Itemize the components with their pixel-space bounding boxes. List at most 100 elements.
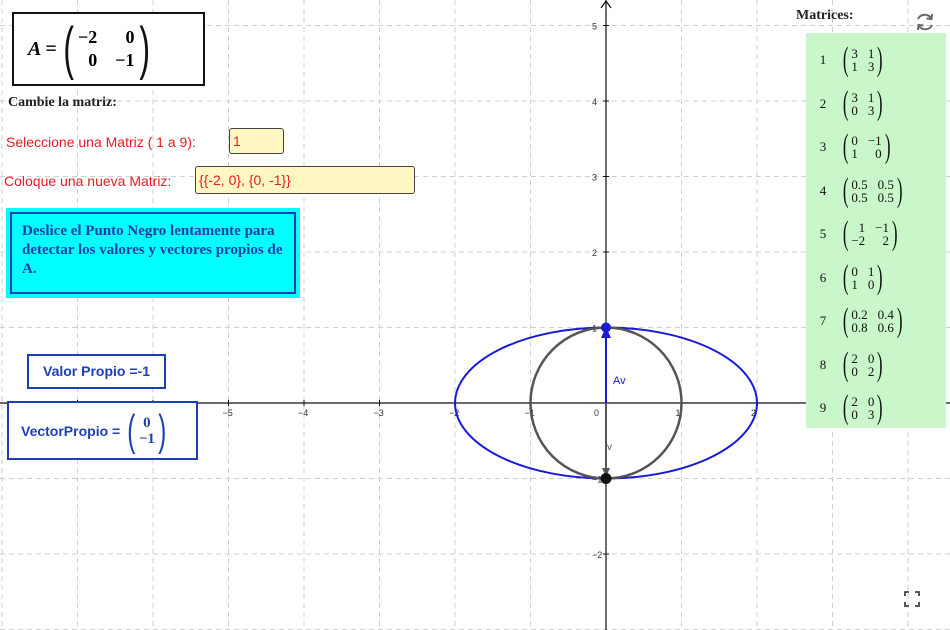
- matrix-option-matrix: (2 0 0 2): [840, 347, 886, 382]
- matrix-option-matrix: (0 1 1 0): [840, 258, 886, 296]
- matrix-a: ( −2 0 0 −1 ): [59, 20, 154, 78]
- left-paren: (: [842, 128, 849, 165]
- right-paren: ): [896, 171, 903, 209]
- matrix-option-entry: 0.5: [851, 189, 868, 205]
- matrix-option-entry: 2: [882, 233, 890, 248]
- matrix-option-entries: 0.5 0.5 0.5 0.5: [851, 178, 894, 204]
- matrix-option-entries: 0 −1 1 0: [851, 134, 881, 160]
- instructions-box: Deslice el Punto Negro lentamente para d…: [6, 208, 300, 298]
- matrix-option-number: 8: [819, 356, 827, 372]
- draggable-black-point[interactable]: [600, 473, 612, 484]
- matrix-option-number: 2: [819, 95, 827, 111]
- matrix-option-entry: 1: [851, 59, 858, 74]
- matrix-option-entry: 2: [867, 363, 875, 379]
- right-paren: ): [877, 41, 883, 78]
- left-paren: (: [62, 16, 74, 81]
- x-tick-label: −5: [223, 408, 233, 418]
- left-paren: (: [842, 258, 849, 296]
- matrix-option-entry: 0.5: [877, 176, 894, 192]
- matrix-option-number: 3: [819, 139, 827, 154]
- av-label: Av: [613, 375, 626, 387]
- select-matrix-label: Seleccione una Matriz ( 1 a 9):: [6, 134, 196, 150]
- left-paren: (: [842, 389, 849, 426]
- matrix-option-entry: 0: [851, 407, 858, 422]
- right-paren: ): [877, 84, 883, 122]
- matrix-option-entry: 0: [851, 263, 858, 279]
- left-paren: (: [127, 405, 136, 455]
- matrices-panel: 1(3 1 1 3) 2(3 1 0 3) 3(0 −1 1 0) 4(0.5 0.5 0.5 0.5) 5(1…: [806, 33, 946, 428]
- matrix-option-entry: 3: [851, 89, 858, 105]
- matrix-option-9: 9 (2 0 0 3): [806, 387, 946, 429]
- eigenvector-label: VectorPropio =: [21, 422, 121, 439]
- y-tick-label: 2: [592, 248, 597, 258]
- right-paren: ): [896, 302, 903, 339]
- matrix-option-entry: 0.5: [877, 189, 894, 205]
- eigenvector-entry: −1: [138, 430, 155, 447]
- matrices-title: Matrices:: [796, 8, 854, 23]
- matrix-option-matrix: (3 1 0 3): [840, 84, 886, 122]
- matrix-option-matrix: (1 −1 −2 2): [840, 217, 900, 251]
- matrix-option-8: 8 (2 0 0 2): [806, 344, 946, 386]
- matrix-option-entry: 0: [851, 102, 858, 118]
- av-point: [601, 322, 611, 333]
- x-tick-label: −4: [298, 408, 308, 418]
- matrix-option-entries: 0.2 0.4 0.8 0.6: [851, 308, 894, 334]
- right-paren: ): [158, 405, 167, 455]
- matrix-option-2: 2 (3 1 0 3): [806, 83, 946, 125]
- matrix-option-number: 6: [819, 269, 827, 285]
- matrix-option-matrix: (0 −1 1 0): [840, 130, 893, 164]
- matrix-option-entry: 0.8: [851, 320, 868, 335]
- matrix-option-entry: 3: [867, 407, 875, 422]
- geogebra-applet: −7−6−5−4−3−2−1012 54321−1−2 Av v A = ( −…: [0, 0, 950, 630]
- v-label: v: [607, 442, 612, 453]
- matrix-option-number: 7: [819, 313, 827, 328]
- matrix-a-entry: −1: [115, 50, 135, 70]
- matrix-option-entry: 0.6: [877, 320, 894, 335]
- matrix-option-entry: 0: [875, 146, 882, 161]
- matrix-a-entry: 0: [88, 50, 98, 70]
- matrix-option-number: 4: [819, 182, 827, 198]
- y-tick-label: 4: [592, 97, 597, 107]
- matrix-option-number: 1: [819, 52, 827, 67]
- matrix-option-number: 5: [819, 226, 827, 241]
- new-matrix-label: Coloque una nueva Matriz:: [4, 173, 172, 189]
- matrix-option-1: 1(3 1 1 3): [806, 39, 946, 81]
- right-paren: ): [877, 389, 883, 426]
- reset-icon[interactable]: [912, 9, 938, 35]
- x-tick-label: −3: [374, 408, 384, 418]
- y-tick-label: −2: [592, 550, 602, 560]
- matrix-option-entry: 1: [867, 89, 875, 105]
- matrix-option-entry: 0: [867, 350, 875, 366]
- left-paren: (: [842, 302, 849, 339]
- matrix-a-display: A = ( −2 0 0 −1 ): [12, 12, 205, 86]
- matrix-option-matrix: (0.5 0.5 0.5 0.5): [840, 171, 905, 209]
- x-tick-label: 0: [594, 408, 599, 418]
- matrix-option-entry: 1: [851, 276, 858, 292]
- right-paren: ): [884, 128, 891, 165]
- matrix-option-matrix: (3 1 1 3): [840, 43, 886, 77]
- matrix-option-entries: 3113: [851, 47, 874, 73]
- matrix-option-number: 9: [819, 400, 827, 415]
- left-paren: (: [842, 41, 849, 78]
- matrix-option-entry: 1: [851, 146, 858, 161]
- eigenvector-matrix: ( 0 −1 ): [124, 405, 169, 455]
- matrix-a-entries: −2 0 0 −1: [78, 27, 135, 71]
- right-paren: ): [891, 215, 898, 252]
- right-paren: ): [877, 258, 883, 296]
- left-paren: (: [842, 84, 849, 122]
- matrix-a-entry: −2: [77, 27, 98, 47]
- eigenvector-box: VectorPropio = ( 0 −1 ): [7, 401, 198, 460]
- matrix-option-entry: −2: [851, 233, 866, 248]
- select-matrix-input[interactable]: 1: [229, 128, 284, 154]
- matrix-a-label: A =: [28, 37, 57, 60]
- instructions-text: Deslice el Punto Negro lentamente para d…: [10, 212, 296, 294]
- matrix-option-4: 4 (0.5 0.5 0.5 0.5): [806, 170, 946, 212]
- matrix-option-5: 5(1 −1 −2 2): [806, 213, 946, 255]
- matrix-option-entry: 0: [851, 363, 858, 379]
- new-matrix-input[interactable]: {{-2, 0}, {0, -1}}: [195, 166, 415, 194]
- matrix-option-entry: 3: [867, 59, 875, 74]
- fullscreen-icon[interactable]: [899, 586, 925, 612]
- matrix-option-entries: 2003: [851, 395, 874, 421]
- matrix-option-matrix: (2 0 0 3): [840, 391, 886, 425]
- cambie-label: Cambie la matriz:: [8, 95, 117, 110]
